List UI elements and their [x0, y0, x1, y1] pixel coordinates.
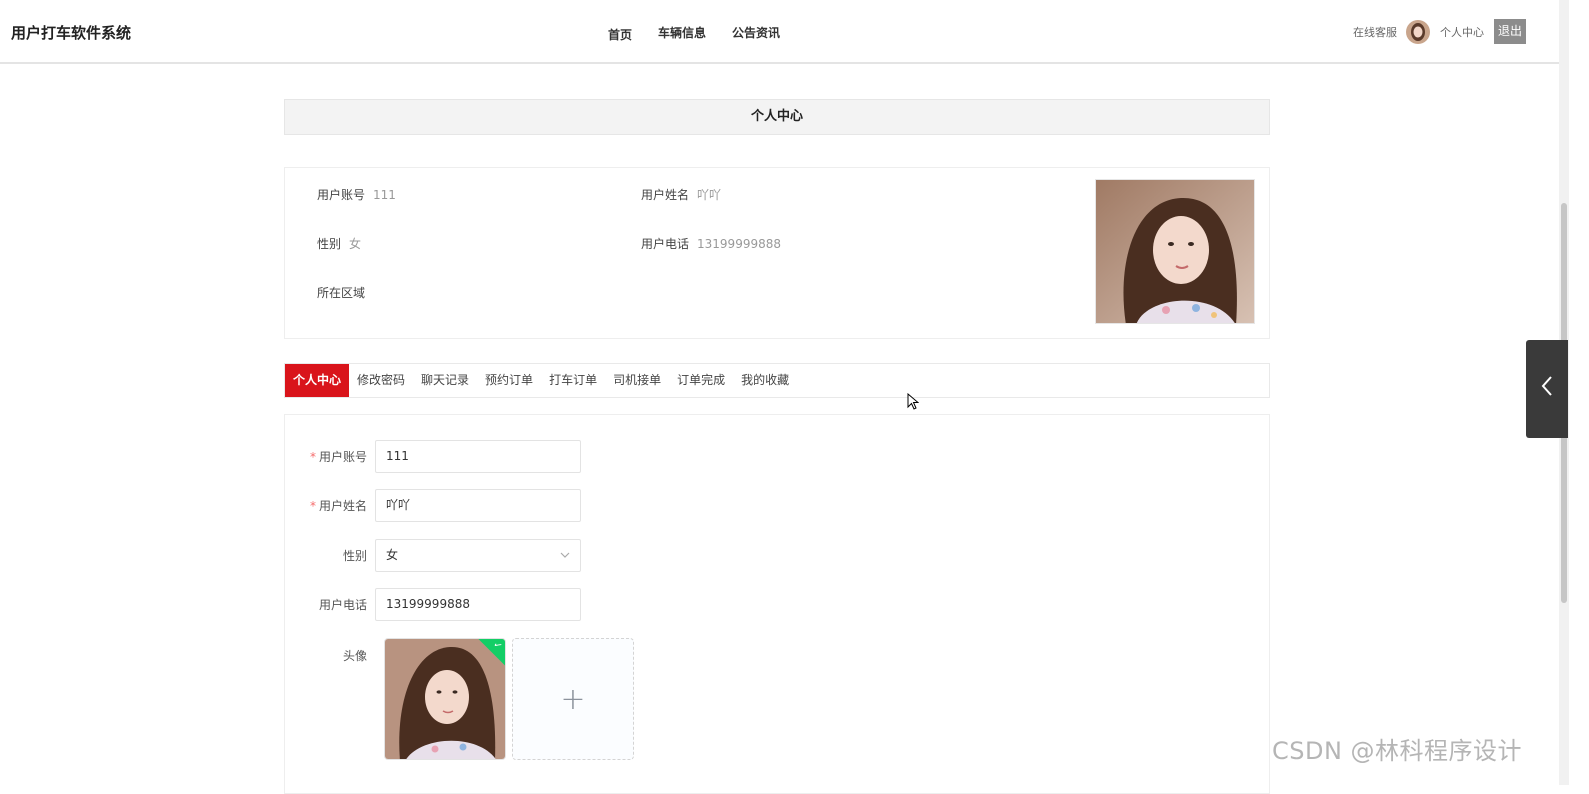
site-brand[interactable]: 用户打车软件系统 [11, 22, 131, 43]
info-phone: 用户电话 13199999888 [641, 235, 781, 252]
name-field-label-text: 用户姓名 [318, 499, 367, 513]
info-phone-label: 用户电话 [641, 237, 690, 251]
tab-driver-accepted[interactable]: 司机接单 [605, 364, 669, 397]
name-input[interactable]: 吖吖 [375, 489, 581, 522]
tab-taxi-orders[interactable]: 打车订单 [541, 364, 605, 397]
tab-chat-history[interactable]: 聊天记录 [413, 364, 477, 397]
phone-input[interactable]: 13199999888 [375, 588, 581, 621]
info-phone-value: 13199999888 [697, 237, 781, 251]
required-mark: * [309, 450, 316, 464]
account-field-label-text: 用户账号 [318, 450, 367, 464]
form-row-gender: 性别 女 [285, 539, 581, 572]
tab-my-favorites[interactable]: 我的收藏 [733, 364, 797, 397]
info-region-label: 所在区域 [317, 286, 366, 300]
avatar[interactable] [1406, 19, 1430, 44]
watermark: CSDN @林科程序设计 [1272, 737, 1523, 765]
info-account-value: 111 [373, 188, 396, 202]
personal-center-link[interactable]: 个人中心 [1440, 24, 1484, 40]
info-name-value: 吖吖 [697, 188, 722, 202]
account-field-label: * 用户账号 [285, 448, 375, 465]
info-account: 用户账号 111 [317, 186, 396, 203]
gender-select[interactable]: 女 [375, 539, 581, 572]
avatar-field-label: 头像 [342, 649, 367, 663]
profile-photo [1095, 179, 1255, 324]
info-name: 用户姓名 吖吖 [641, 186, 721, 203]
chevron-down-icon [560, 540, 570, 583]
required-mark: * [309, 499, 316, 513]
tab-personal-center[interactable]: 个人中心 [285, 364, 350, 397]
form-row-name: * 用户姓名 吖吖 [285, 489, 581, 522]
nav-item-announcements[interactable]: 公告资讯 [732, 24, 780, 43]
page-title: 个人中心 [284, 99, 1270, 135]
profile-tabs: 个人中心 修改密码 聊天记录 预约订单 打车订单 司机接单 订单完成 我的收藏 [284, 363, 1270, 398]
info-gender: 性别女 [317, 235, 361, 252]
mouse-cursor-icon [907, 392, 920, 415]
chevron-left-icon [1540, 374, 1554, 404]
info-gender-label: 性别 [317, 237, 342, 251]
form-row-account: * 用户账号 111 [285, 440, 581, 473]
account-input[interactable]: 111 [375, 440, 581, 473]
gender-select-value: 女 [386, 548, 399, 562]
name-field-label: * 用户姓名 [285, 497, 375, 514]
phone-field-label: 用户电话 [318, 598, 367, 612]
info-gender-value: 女 [349, 237, 362, 251]
info-account-label: 用户账号 [317, 188, 366, 202]
info-region: 所在区域 [317, 284, 373, 301]
info-name-label: 用户姓名 [641, 188, 690, 202]
avatar-upload-button[interactable]: + [512, 638, 634, 760]
form-row-phone: 用户电话 13199999888 [285, 588, 581, 621]
logout-button[interactable]: 退出 [1494, 19, 1526, 44]
side-panel-toggle[interactable] [1526, 340, 1568, 438]
top-navbar: 用户打车软件系统 首页 车辆信息 公告资讯 在线客服 个人中心 退出 [0, 0, 1560, 64]
tab-change-password[interactable]: 修改密码 [349, 364, 413, 397]
profile-form: * 用户账号 111 * 用户姓名 吖吖 性别 女 用户电话 13199999888… [284, 414, 1270, 794]
nav-item-vehicles[interactable]: 车辆信息 [658, 24, 706, 43]
tab-orders-completed[interactable]: 订单完成 [669, 364, 733, 397]
avatar-uploaded-image[interactable]: ✓ [384, 638, 506, 760]
main-nav: 首页 车辆信息 公告资讯 [608, 24, 780, 43]
nav-item-home[interactable]: 首页 [608, 26, 632, 43]
tab-booking-orders[interactable]: 预约订单 [477, 364, 541, 397]
user-tools: 在线客服 个人中心 退出 [1353, 19, 1526, 44]
online-service-link[interactable]: 在线客服 [1353, 24, 1397, 40]
profile-info-card: 用户账号 111 用户姓名 吖吖 性别女 用户电话 13199999888 所在区域 [284, 167, 1270, 339]
gender-field-label: 性别 [342, 549, 367, 563]
